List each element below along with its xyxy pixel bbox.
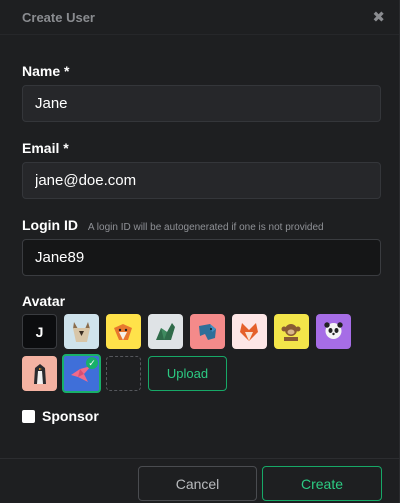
- selected-check-icon: ✓: [86, 357, 98, 369]
- name-label: Name *: [22, 63, 70, 79]
- dialog-header: Create User ✖: [0, 0, 399, 34]
- fox-dog-avatar[interactable]: [106, 314, 141, 349]
- create-user-dialog: Create User ✖ Name * Email * Login ID A …: [0, 0, 400, 503]
- dinosaur-avatar[interactable]: [148, 314, 183, 349]
- empty-avatar-slot[interactable]: [106, 356, 141, 391]
- create-button[interactable]: Create: [262, 466, 382, 501]
- cancel-button[interactable]: Cancel: [138, 466, 257, 501]
- monkey-avatar[interactable]: [274, 314, 309, 349]
- upload-button[interactable]: Upload: [148, 356, 227, 391]
- footer-divider: [0, 458, 400, 459]
- bird-avatar[interactable]: ✓: [62, 354, 101, 393]
- login-id-field[interactable]: [22, 239, 381, 276]
- sponsor-option[interactable]: Sponsor: [22, 408, 99, 424]
- fox-avatar[interactable]: [232, 314, 267, 349]
- dialog-title: Create User: [22, 9, 95, 25]
- name-field[interactable]: [22, 85, 381, 122]
- sponsor-checkbox[interactable]: [22, 409, 35, 423]
- avatar-initial-option[interactable]: J: [22, 314, 57, 349]
- header-divider: [0, 34, 399, 35]
- avatar-initial-text: J: [35, 323, 44, 340]
- penguin-avatar[interactable]: [22, 356, 57, 391]
- email-field[interactable]: [22, 162, 381, 199]
- avatar-label: Avatar: [22, 293, 66, 309]
- cat-avatar[interactable]: [64, 314, 99, 349]
- panda-avatar[interactable]: [316, 314, 351, 349]
- email-label: Email *: [22, 140, 69, 156]
- login-id-label-row: Login ID A login ID will be autogenerate…: [22, 217, 324, 233]
- login-id-label: Login ID: [22, 217, 78, 233]
- close-icon[interactable]: ✖: [372, 8, 385, 26]
- elephant-avatar[interactable]: [190, 314, 225, 349]
- login-id-hint: A login ID will be autogenerated if one …: [87, 222, 324, 233]
- sponsor-label: Sponsor: [42, 408, 99, 424]
